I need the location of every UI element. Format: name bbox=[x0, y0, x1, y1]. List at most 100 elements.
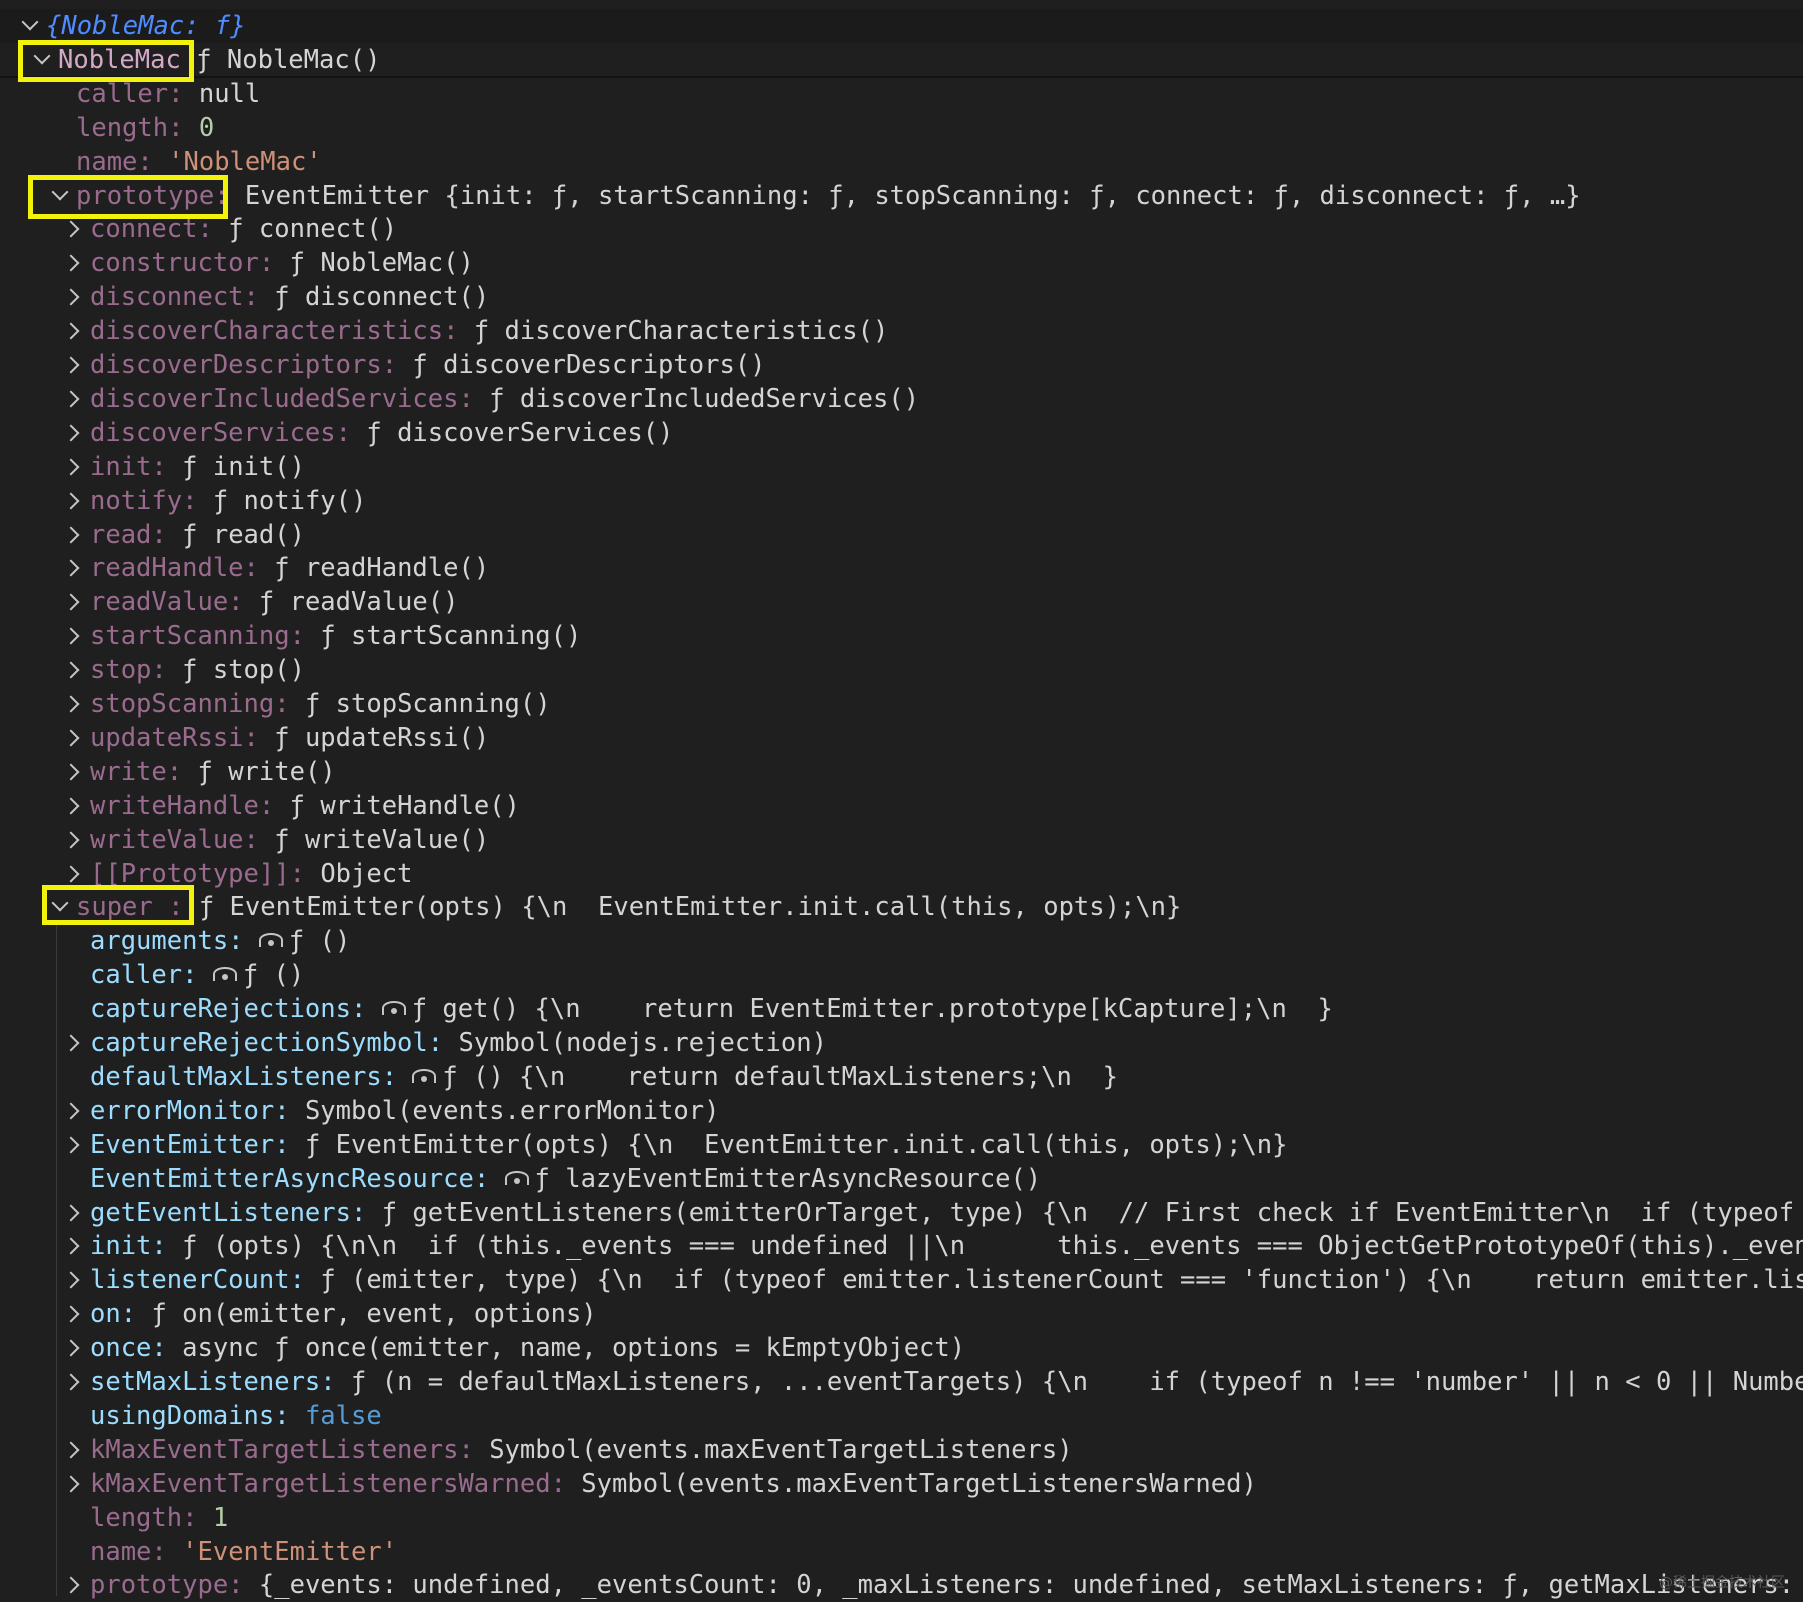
key-separator: : bbox=[166, 756, 198, 787]
property-value: ƒ startScanning() bbox=[320, 621, 582, 652]
chevron-right-icon[interactable] bbox=[64, 755, 82, 789]
tree-row[interactable]: once: async ƒ once(emitter, name, option… bbox=[0, 1331, 1803, 1365]
tree-row[interactable]: discoverServices: ƒ discoverServices() bbox=[0, 416, 1803, 450]
property-key: length bbox=[90, 1502, 183, 1533]
chevron-right-icon[interactable] bbox=[64, 484, 82, 518]
chevron-right-icon[interactable] bbox=[64, 280, 82, 314]
tree-row[interactable]: prototype: {_events: undefined, _eventsC… bbox=[0, 1568, 1803, 1602]
property-value: ƒ () bbox=[242, 960, 305, 991]
tree-row[interactable]: NobleMac ƒ NobleMac() bbox=[0, 43, 1803, 77]
chevron-right-icon[interactable] bbox=[64, 518, 82, 552]
tree-row[interactable]: kMaxEventTargetListenersWarned: Symbol(e… bbox=[0, 1467, 1803, 1501]
chevron-right-icon[interactable] bbox=[64, 1026, 82, 1060]
property-key: readValue bbox=[90, 587, 229, 618]
property-value: ƒ discoverIncludedServices() bbox=[489, 383, 920, 414]
tree-row[interactable]: discoverCharacteristics: ƒ discoverChara… bbox=[0, 314, 1803, 348]
chevron-right-icon[interactable] bbox=[64, 687, 82, 721]
chevron-right-icon[interactable] bbox=[64, 721, 82, 755]
chevron-right-icon[interactable] bbox=[64, 1094, 82, 1128]
chevron-right-icon[interactable] bbox=[64, 1467, 82, 1501]
tree-row[interactable]: stopScanning: ƒ stopScanning() bbox=[0, 687, 1803, 721]
tree-row[interactable]: EventEmitter: ƒ EventEmitter(opts) {\n E… bbox=[0, 1128, 1803, 1162]
property-value: 'NobleMac' bbox=[168, 146, 322, 177]
chevron-right-icon[interactable] bbox=[64, 416, 82, 450]
tree-row[interactable]: init: ƒ (opts) {\n\n if (this._events ==… bbox=[0, 1229, 1803, 1263]
chevron-right-icon[interactable] bbox=[64, 551, 82, 585]
chevron-right-icon[interactable] bbox=[64, 1196, 82, 1230]
property-value: ƒ connect() bbox=[228, 214, 398, 245]
tree-row[interactable]: stop: ƒ stop() bbox=[0, 653, 1803, 687]
chevron-right-icon[interactable] bbox=[64, 1297, 82, 1331]
property-value: ƒ EventEmitter(opts) {\n EventEmitter.in… bbox=[304, 1129, 1288, 1160]
tree-row[interactable]: [[Prototype]]: Object bbox=[0, 857, 1803, 891]
tree-root-row[interactable]: {NobleMac: f} bbox=[0, 9, 1803, 43]
eye-icon[interactable] bbox=[412, 1068, 437, 1083]
highlight-prototype bbox=[28, 175, 228, 219]
chevron-right-icon[interactable] bbox=[64, 1128, 82, 1162]
property-value: ƒ () bbox=[288, 926, 351, 957]
key-separator: : bbox=[550, 1468, 582, 1499]
tree-row[interactable]: updateRssi: ƒ updateRssi() bbox=[0, 721, 1803, 755]
header-divider bbox=[0, 76, 1803, 78]
chevron-right-icon[interactable] bbox=[64, 1331, 82, 1365]
chevron-right-icon[interactable] bbox=[64, 1568, 82, 1602]
tree-row[interactable]: read: ƒ read() bbox=[0, 518, 1803, 552]
tree-row[interactable]: captureRejectionSymbol: Symbol(nodejs.re… bbox=[0, 1026, 1803, 1060]
chevron-right-icon[interactable] bbox=[64, 246, 82, 280]
property-key: getEventListeners bbox=[90, 1197, 351, 1228]
tree-row[interactable]: setMaxListeners: ƒ (n = defaultMaxListen… bbox=[0, 1365, 1803, 1399]
tree-row[interactable]: startScanning: ƒ startScanning() bbox=[0, 619, 1803, 653]
property-key: discoverServices bbox=[90, 417, 336, 448]
chevron-right-icon[interactable] bbox=[64, 789, 82, 823]
key-separator: : bbox=[151, 451, 183, 482]
key-separator: : bbox=[335, 417, 367, 448]
property-key: name bbox=[90, 1536, 152, 1567]
chevron-right-icon[interactable] bbox=[64, 314, 82, 348]
tree-row[interactable]: readValue: ƒ readValue() bbox=[0, 585, 1803, 619]
chevron-right-icon[interactable] bbox=[64, 823, 82, 857]
tree-row[interactable]: discoverIncludedServices: ƒ discoverIncl… bbox=[0, 382, 1803, 416]
tree-row[interactable]: connect: ƒ connect() bbox=[0, 212, 1803, 246]
chevron-right-icon[interactable] bbox=[64, 450, 82, 484]
chevron-right-icon[interactable] bbox=[64, 1433, 82, 1467]
eye-icon[interactable] bbox=[504, 1170, 529, 1185]
chevron-right-icon[interactable] bbox=[64, 348, 82, 382]
tree-row[interactable]: writeHandle: ƒ writeHandle() bbox=[0, 789, 1803, 823]
tree-row[interactable]: prototype: EventEmitter {init: ƒ, startS… bbox=[0, 179, 1803, 213]
tree-row[interactable]: listenerCount: ƒ (emitter, type) {\n if … bbox=[0, 1263, 1803, 1297]
property-key: usingDomains bbox=[90, 1400, 275, 1431]
property-value: ƒ read() bbox=[182, 519, 305, 550]
chevron-right-icon[interactable] bbox=[64, 1263, 82, 1297]
tree-row[interactable]: kMaxEventTargetListeners: Symbol(events.… bbox=[0, 1433, 1803, 1467]
chevron-down-icon[interactable] bbox=[20, 9, 38, 43]
tree-row[interactable]: discoverDescriptors: ƒ discoverDescripto… bbox=[0, 348, 1803, 382]
chevron-right-icon[interactable] bbox=[64, 382, 82, 416]
chevron-right-icon[interactable] bbox=[64, 619, 82, 653]
tree-row[interactable]: writeValue: ƒ writeValue() bbox=[0, 823, 1803, 857]
chevron-right-icon[interactable] bbox=[64, 1365, 82, 1399]
eye-icon[interactable] bbox=[381, 1001, 406, 1016]
tree-row[interactable]: write: ƒ write() bbox=[0, 755, 1803, 789]
tree-row[interactable]: super_: ƒ EventEmitter(opts) {\n EventEm… bbox=[0, 890, 1803, 924]
chevron-right-icon[interactable] bbox=[64, 585, 82, 619]
tree-row[interactable]: notify: ƒ notify() bbox=[0, 484, 1803, 518]
chevron-right-icon[interactable] bbox=[64, 653, 82, 687]
property-key: setMaxListeners bbox=[90, 1367, 321, 1397]
tree-row[interactable]: getEventListeners: ƒ getEventListeners(e… bbox=[0, 1196, 1803, 1230]
tree-row[interactable]: errorMonitor: Symbol(events.errorMonitor… bbox=[0, 1094, 1803, 1128]
tree-row[interactable]: on: ƒ on(emitter, event, options) bbox=[0, 1297, 1803, 1331]
property-key: length bbox=[76, 112, 169, 143]
tree-row[interactable]: disconnect: ƒ disconnect() bbox=[0, 280, 1803, 314]
property-value: 0 bbox=[198, 112, 215, 143]
tree-row[interactable]: readHandle: ƒ readHandle() bbox=[0, 551, 1803, 585]
chevron-right-icon[interactable] bbox=[64, 1229, 82, 1263]
eye-icon[interactable] bbox=[258, 933, 283, 948]
tree-row[interactable]: constructor: ƒ NobleMac() bbox=[0, 246, 1803, 280]
tree-row[interactable]: init: ƒ init() bbox=[0, 450, 1803, 484]
tree-row: captureRejections: ƒ get() {\n return Ev… bbox=[0, 992, 1803, 1026]
key-separator: : bbox=[381, 350, 413, 380]
property-value: ƒ disconnect() bbox=[274, 282, 490, 313]
eye-icon[interactable] bbox=[212, 967, 237, 982]
tree-row: EventEmitterAsyncResource: ƒ lazyEventEm… bbox=[0, 1162, 1803, 1196]
